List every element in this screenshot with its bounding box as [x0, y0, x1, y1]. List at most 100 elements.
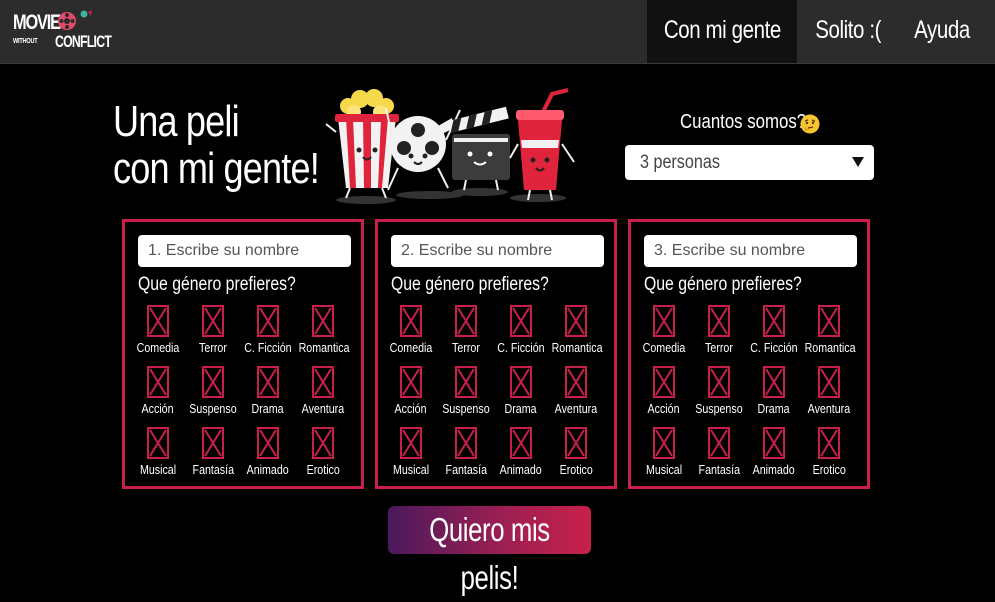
genre-option[interactable]: Erotico — [293, 427, 353, 477]
person-name-input[interactable] — [138, 235, 351, 267]
genre-label: Romantica — [546, 340, 606, 355]
genre-checkbox[interactable] — [708, 305, 730, 337]
genre-option[interactable]: Fantasía — [183, 427, 243, 477]
genre-checkbox[interactable] — [312, 427, 334, 459]
group-size-select[interactable]: 3 personas — [625, 145, 874, 180]
genre-checkbox[interactable] — [653, 305, 675, 337]
genre-checkbox[interactable] — [818, 427, 840, 459]
genre-checkbox[interactable] — [455, 366, 477, 398]
genre-option[interactable]: Drama — [238, 366, 298, 416]
genre-checkbox[interactable] — [565, 305, 587, 337]
genre-checkbox[interactable] — [510, 305, 532, 337]
genre-checkbox[interactable] — [147, 366, 169, 398]
cross-mark-icon — [765, 368, 783, 396]
genre-checkbox[interactable] — [455, 305, 477, 337]
genre-checkbox[interactable] — [400, 366, 422, 398]
genre-label: Romantica — [799, 340, 859, 355]
cross-mark-icon — [149, 368, 167, 396]
genre-checkbox[interactable] — [202, 366, 224, 398]
genre-option[interactable]: Drama — [491, 366, 551, 416]
genre-checkbox[interactable] — [455, 427, 477, 459]
genre-option[interactable]: Acción — [381, 366, 441, 416]
person-name-input[interactable] — [391, 235, 604, 267]
genre-checkbox[interactable] — [202, 427, 224, 459]
genre-option[interactable]: Animado — [491, 427, 551, 477]
genre-checkbox[interactable] — [653, 366, 675, 398]
genre-checkbox[interactable] — [257, 427, 279, 459]
genre-checkbox[interactable] — [147, 305, 169, 337]
genre-option[interactable]: Acción — [634, 366, 694, 416]
genre-checkbox[interactable] — [565, 427, 587, 459]
genre-checkbox[interactable] — [257, 305, 279, 337]
genre-option[interactable]: Romantica — [799, 305, 859, 355]
quiero-mis-pelis-button[interactable]: Quiero mis pelis! — [388, 506, 591, 596]
genre-option[interactable]: Aventura — [799, 366, 859, 416]
genre-option[interactable]: Terror — [183, 305, 243, 355]
page-title-line-2: con mi gente! — [113, 144, 320, 193]
genre-option[interactable]: Romantica — [293, 305, 353, 355]
genre-option[interactable]: Fantasía — [436, 427, 496, 477]
genre-option[interactable]: Animado — [744, 427, 804, 477]
genre-option[interactable]: Animado — [238, 427, 298, 477]
genre-option[interactable]: Musical — [128, 427, 188, 477]
genre-checkbox[interactable] — [653, 427, 675, 459]
genre-label: Musical — [128, 462, 188, 477]
nav-item-solito[interactable]: Solito :( — [804, 0, 892, 63]
genre-checkbox[interactable] — [818, 366, 840, 398]
nav-item-label: Con mi gente — [663, 16, 781, 44]
cross-mark-icon — [567, 307, 585, 335]
genre-question-text: Que género prefieres? — [138, 274, 296, 295]
genre-option[interactable]: Erotico — [546, 427, 606, 477]
genre-option[interactable]: Comedia — [128, 305, 188, 355]
genre-checkbox[interactable] — [400, 427, 422, 459]
genre-checkbox[interactable] — [763, 305, 785, 337]
genre-option[interactable]: C. Ficción — [238, 305, 298, 355]
cross-mark-icon — [314, 429, 332, 457]
genre-option[interactable]: Aventura — [293, 366, 353, 416]
genre-checkbox[interactable] — [818, 305, 840, 337]
genre-checkbox[interactable] — [400, 305, 422, 337]
genre-option[interactable]: Comedia — [381, 305, 441, 355]
nav-item-ayuda[interactable]: Ayuda — [906, 0, 978, 63]
nav-item-con-mi-gente[interactable]: Con mi gente — [647, 0, 797, 63]
genre-option[interactable]: Romantica — [546, 305, 606, 355]
genre-label: Drama — [744, 401, 804, 416]
genre-label-text: Drama — [504, 401, 537, 416]
genre-label: Fantasía — [183, 462, 243, 477]
genre-option[interactable]: Terror — [436, 305, 496, 355]
genre-option[interactable]: Suspenso — [183, 366, 243, 416]
genre-option[interactable]: Erotico — [799, 427, 859, 477]
genre-option[interactable]: Suspenso — [436, 366, 496, 416]
genre-checkbox[interactable] — [708, 366, 730, 398]
genre-label-text: Musical — [139, 462, 177, 477]
genre-label-text: Terror — [199, 340, 227, 355]
genre-option[interactable]: Fantasía — [689, 427, 749, 477]
cross-mark-icon — [820, 307, 838, 335]
genre-checkbox[interactable] — [147, 427, 169, 459]
person-name-input[interactable] — [644, 235, 857, 267]
genre-checkbox[interactable] — [763, 427, 785, 459]
genre-option[interactable]: C. Ficción — [744, 305, 804, 355]
genre-option[interactable]: Musical — [634, 427, 694, 477]
genre-option[interactable]: Aventura — [546, 366, 606, 416]
genre-checkbox[interactable] — [510, 366, 532, 398]
genre-option[interactable]: Drama — [744, 366, 804, 416]
genre-option[interactable]: Suspenso — [689, 366, 749, 416]
genre-option[interactable]: Acción — [128, 366, 188, 416]
genre-checkbox[interactable] — [510, 427, 532, 459]
nav-item-label: Solito :( — [815, 16, 881, 44]
genre-checkbox[interactable] — [565, 366, 587, 398]
genre-checkbox[interactable] — [763, 366, 785, 398]
brand-logo[interactable]: MOVIE WITHOUT CONFLICT — [13, 10, 113, 56]
genre-option[interactable]: Comedia — [634, 305, 694, 355]
genre-option[interactable]: Musical — [381, 427, 441, 477]
genre-option[interactable]: Terror — [689, 305, 749, 355]
genre-checkbox[interactable] — [708, 427, 730, 459]
genre-label: Romantica — [293, 340, 353, 355]
genre-checkbox[interactable] — [257, 366, 279, 398]
genre-option[interactable]: C. Ficción — [491, 305, 551, 355]
genre-label-text: Suspenso — [442, 401, 490, 416]
genre-checkbox[interactable] — [202, 305, 224, 337]
genre-checkbox[interactable] — [312, 366, 334, 398]
genre-checkbox[interactable] — [312, 305, 334, 337]
